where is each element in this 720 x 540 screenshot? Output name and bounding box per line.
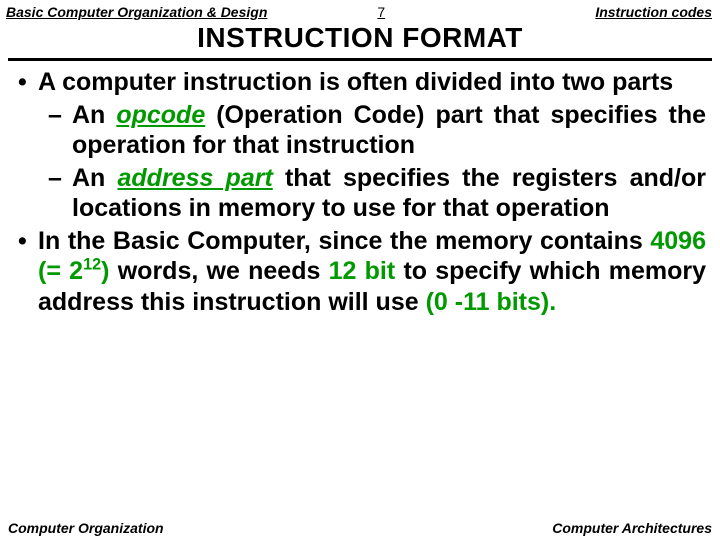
footer-right: Computer Architectures xyxy=(552,520,712,536)
header-page-number: 7 xyxy=(377,4,385,20)
header-right: Instruction codes xyxy=(595,4,712,20)
header-left: Basic Computer Organization & Design xyxy=(6,4,267,20)
bullet-2a-pre: An xyxy=(72,101,116,129)
title-divider xyxy=(8,58,712,61)
bullet-3-mid: words, we needs xyxy=(109,257,328,285)
slide-header: Basic Computer Organization & Design 7 I… xyxy=(0,0,720,20)
bullet-2b-pre: An xyxy=(72,164,118,192)
bullet-1-text: A computer instruction is often divided … xyxy=(38,68,673,96)
bullet-3: In the Basic Computer, since the memory … xyxy=(14,226,706,318)
bullet-2a: – An opcode (Operation Code) part that s… xyxy=(14,100,706,161)
slide-content: A computer instruction is often divided … xyxy=(0,67,720,317)
slide-footer: Computer Organization Computer Architect… xyxy=(0,520,720,536)
bit-range: (0 -11 bits). xyxy=(426,288,557,316)
dash-icon: – xyxy=(48,163,62,194)
opcode-term: opcode xyxy=(116,101,205,129)
bullet-3-pre: In the Basic Computer, since the memory … xyxy=(38,227,650,255)
footer-left: Computer Organization xyxy=(8,520,164,536)
slide-title: INSTRUCTION FORMAT xyxy=(0,20,720,58)
bit-count: 12 bit xyxy=(329,257,396,285)
address-part-term: address part xyxy=(118,164,273,192)
mem-exp: 12 xyxy=(83,256,101,274)
dash-icon: – xyxy=(48,100,62,131)
bullet-2b: – An address part that specifies the reg… xyxy=(14,163,706,224)
bullet-1: A computer instruction is often divided … xyxy=(14,67,706,98)
slide: Basic Computer Organization & Design 7 I… xyxy=(0,0,720,540)
